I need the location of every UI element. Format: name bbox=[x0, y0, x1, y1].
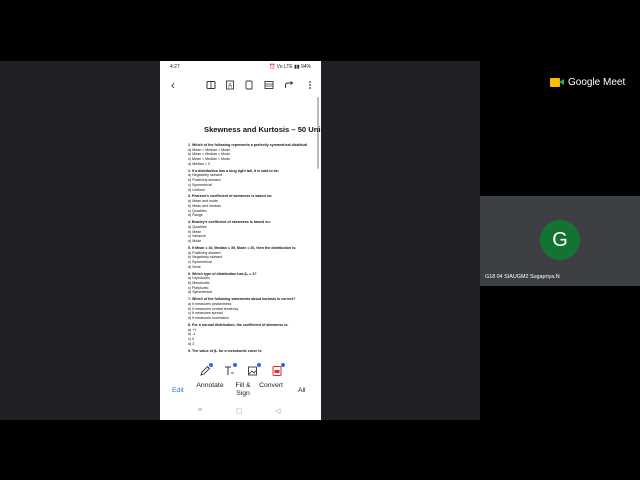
question-item: 8. For a normal distribution, the coeffi… bbox=[188, 323, 321, 347]
page-icon[interactable] bbox=[244, 80, 254, 90]
answer-option: d) Symmetrical bbox=[188, 290, 212, 295]
image-edit-badge bbox=[257, 363, 261, 367]
question-item: 1. Which of the following represents a p… bbox=[188, 143, 321, 167]
share-icon[interactable] bbox=[284, 80, 294, 90]
home-icon[interactable]: ▢ bbox=[236, 407, 243, 415]
participant-name: G18 04 SIAUGM2 Sugapriya.N bbox=[485, 274, 560, 280]
reader-toolbar: ‹ A bbox=[160, 79, 321, 93]
question-text: 9. The value of β₂ for a mesokurtic curv… bbox=[188, 348, 263, 353]
answer-option: d) Range bbox=[188, 213, 203, 218]
question-item: 5. If Mean = 40, Median = 35, Mode = 30,… bbox=[188, 246, 321, 270]
participant-tile[interactable]: G G18 04 SIAUGM2 Sugapriya.N bbox=[480, 196, 640, 286]
tool-icon-row bbox=[160, 363, 321, 379]
question-item: 9. The value of β₂ for a mesokurtic curv… bbox=[188, 349, 321, 354]
meet-camera-icon bbox=[550, 77, 564, 88]
answer-option: d) Uniform bbox=[188, 187, 205, 192]
bottom-tab-bar: Edit Annotate Fill & Sign Convert All bbox=[160, 380, 321, 404]
answer-option: d) It measures correlation bbox=[188, 316, 229, 321]
answer-option: d) Mode bbox=[188, 238, 202, 243]
tab-fill-sign[interactable]: Fill & Sign bbox=[232, 382, 254, 398]
nav-back-icon[interactable]: ◁ bbox=[275, 407, 280, 415]
image-edit-icon[interactable] bbox=[247, 363, 261, 377]
status-indicators: ⏰ Vo LTE ▮▮ 94% bbox=[269, 64, 311, 70]
answer-option: d) Median = 0 bbox=[188, 161, 211, 166]
question-item: 4. Bowley's coefficient of skewness is b… bbox=[188, 220, 321, 244]
more-icon[interactable] bbox=[305, 80, 315, 90]
pen-icon[interactable] bbox=[199, 363, 213, 377]
text-cursor-icon[interactable] bbox=[223, 363, 237, 377]
tab-annotate[interactable]: Annotate bbox=[196, 382, 224, 390]
question-item: 2. If a distribution has a long right ta… bbox=[188, 169, 321, 193]
text-icon[interactable]: A bbox=[225, 80, 235, 90]
status-bar: 4:27 ⏰ Vo LTE ▮▮ 94% bbox=[160, 61, 321, 74]
book-icon[interactable] bbox=[206, 80, 216, 90]
avatar: G bbox=[540, 220, 580, 260]
answer-option: d) None bbox=[188, 264, 201, 269]
status-time: 4:27 bbox=[170, 64, 180, 70]
tab-convert[interactable]: Convert bbox=[258, 382, 284, 390]
pdf-document: Skewness and Kurtosis – 50 Uniq 1. Which… bbox=[188, 125, 321, 356]
recents-icon[interactable]: ≡ bbox=[198, 407, 202, 414]
document-title: Skewness and Kurtosis – 50 Uniq bbox=[204, 125, 321, 134]
answer-option: d) 3 bbox=[188, 341, 195, 346]
question-item: 6. Which type of distribution has β₂ = 3… bbox=[188, 272, 321, 296]
text-cursor-badge bbox=[233, 363, 237, 367]
tab-edit[interactable]: Edit bbox=[172, 387, 184, 395]
question-list: 1. Which of the following represents a p… bbox=[188, 143, 321, 353]
pen-badge bbox=[209, 363, 213, 367]
android-nav-bar: ≡ ▢ ◁ bbox=[160, 406, 321, 418]
back-icon[interactable]: ‹ bbox=[168, 79, 178, 91]
question-item: 7. Which of the following statements abo… bbox=[188, 297, 321, 321]
pdf-convert-icon[interactable] bbox=[271, 363, 285, 377]
shared-phone-screen: 4:27 ⏰ Vo LTE ▮▮ 94% ‹ A Skewness and Ku… bbox=[160, 61, 321, 420]
svg-text:A: A bbox=[228, 84, 232, 90]
screen: 4:27 ⏰ Vo LTE ▮▮ 94% ‹ A Skewness and Ku… bbox=[0, 0, 640, 480]
slides-icon[interactable] bbox=[264, 80, 274, 90]
pdf-convert-badge bbox=[281, 363, 285, 367]
google-meet-logo: Google Meet bbox=[550, 77, 625, 88]
meet-brand-text: Google Meet bbox=[568, 77, 626, 88]
tab-all[interactable]: All bbox=[298, 387, 306, 395]
question-text: 1. Which of the following represents a p… bbox=[188, 143, 308, 147]
question-item: 3. Pearson's coefficient of skewness is … bbox=[188, 194, 321, 218]
